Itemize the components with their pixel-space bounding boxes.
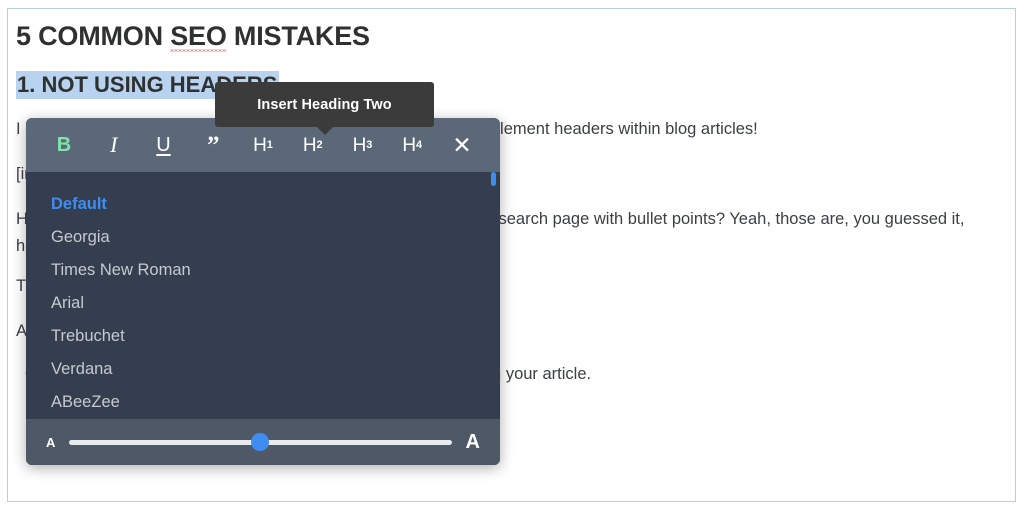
h1-icon: H	[253, 134, 267, 156]
page-title-suffix: MISTAKES	[226, 21, 370, 51]
heading-three-button[interactable]: H3	[343, 125, 383, 165]
decrease-font-size-label[interactable]: A	[46, 435, 55, 450]
font-option-default[interactable]: Default	[26, 188, 500, 221]
font-option-abeezee[interactable]: ABeeZee	[26, 386, 500, 419]
italic-icon: I	[110, 132, 118, 157]
font-family-list[interactable]: Default Georgia Times New Roman Arial Tr…	[26, 172, 500, 419]
font-option-trebuchet[interactable]: Trebuchet	[26, 320, 500, 353]
h2-icon: H	[302, 134, 317, 156]
underline-button[interactable]: U	[144, 125, 184, 165]
page-title: 5 COMMON SEO MISTAKES	[16, 21, 1005, 52]
h3-subscript: 3	[366, 138, 373, 151]
increase-font-size-label[interactable]: A	[466, 431, 480, 454]
tooltip-arrow	[315, 126, 334, 135]
page-title-prefix: 5 COMMON	[16, 21, 171, 51]
tooltip: Insert Heading Two	[215, 82, 434, 135]
close-icon: ✕	[452, 131, 472, 158]
heading-one-button[interactable]: H1	[243, 125, 283, 165]
font-option-verdana[interactable]: Verdana	[26, 353, 500, 386]
h3-icon: H	[352, 134, 367, 156]
spellcheck-word-seo-title: SEO	[170, 21, 227, 51]
underline-icon: U	[156, 134, 171, 156]
bold-button[interactable]: B	[44, 125, 84, 165]
h1-subscript: 1	[266, 138, 273, 151]
close-button[interactable]: ✕	[442, 125, 482, 165]
heading-four-button[interactable]: H4	[392, 125, 432, 165]
format-panel[interactable]: B I U ” H1 H2 H3 H4 ✕ Default Georgia Ti…	[26, 118, 500, 465]
font-option-arial[interactable]: Arial	[26, 287, 500, 320]
font-size-slider[interactable]	[69, 432, 452, 452]
font-option-times-new-roman[interactable]: Times New Roman	[26, 254, 500, 287]
h2-subscript: 2	[316, 138, 323, 151]
h4-icon: H	[402, 134, 417, 156]
font-size-control[interactable]: A A	[26, 419, 500, 465]
blockquote-button[interactable]: ”	[193, 125, 233, 165]
italic-button[interactable]: I	[94, 125, 134, 165]
subheading-row: 1. NOT USING HEADERS	[16, 52, 1005, 100]
font-option-georgia[interactable]: Georgia	[26, 221, 500, 254]
tooltip-label: Insert Heading Two	[257, 96, 392, 113]
quote-icon: ”	[207, 131, 220, 159]
h4-subscript: 4	[416, 138, 423, 151]
font-list-scrollbar[interactable]	[491, 172, 496, 419]
bold-icon: B	[56, 134, 72, 156]
slider-thumb[interactable]	[251, 433, 270, 451]
scrollbar-thumb[interactable]	[491, 172, 496, 186]
